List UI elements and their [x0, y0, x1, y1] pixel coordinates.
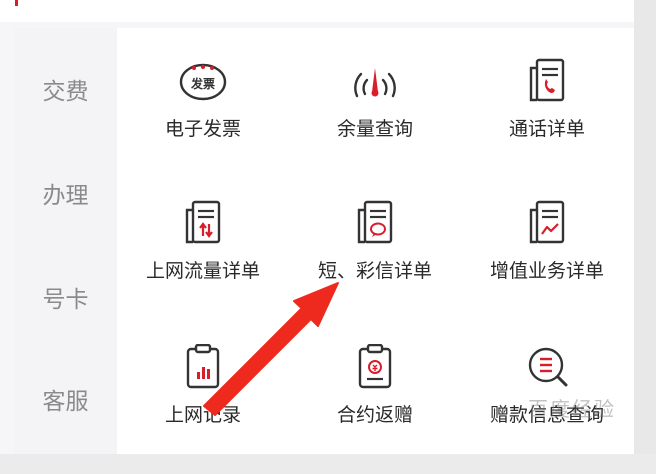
invoice-icon: 发票	[179, 63, 227, 101]
gauge-icon	[354, 68, 396, 98]
sidebar-item-number-card[interactable]: 号卡	[14, 280, 117, 314]
top-strip	[0, 0, 634, 22]
grid-item-balance-query[interactable]: 余量查询	[289, 58, 461, 188]
data-traffic-icon	[185, 200, 221, 244]
right-edge	[634, 0, 656, 454]
contract-icon	[358, 344, 392, 389]
clipboard-chart-icon	[186, 344, 220, 389]
service-grid: 发票 电子发票 余量查询 通话详单 上网流量详单 短、彩信详单 增值业务详单 上…	[117, 28, 634, 454]
sidebar-item-handle[interactable]: 办理	[14, 176, 117, 210]
grid-item-value-added-record[interactable]: 增值业务详单	[461, 200, 633, 330]
grid-item-label: 电子发票	[164, 118, 241, 140]
search-list-icon	[528, 347, 568, 387]
grid-item-label: 短、彩信详单	[317, 260, 432, 282]
call-record-icon	[529, 58, 565, 102]
grid-item-sms-mms-record[interactable]: 短、彩信详单	[289, 200, 461, 330]
top-accent-bar	[15, 0, 18, 6]
sms-record-icon	[357, 200, 393, 244]
grid-item-label: 增值业务详单	[489, 260, 604, 282]
app-frame: 交费 办理 号卡 客服 发票 电子发票 余量查询 通话详单 上网流量详单 短、彩…	[0, 0, 634, 454]
grid-item-e-invoice[interactable]: 发票 电子发票	[117, 58, 289, 188]
grid-item-label: 上网记录	[164, 404, 241, 426]
watermark: 百度经验	[528, 397, 616, 421]
grid-item-label: 合约返赠	[336, 404, 413, 426]
grid-item-label: 通话详单	[508, 118, 585, 140]
grid-item-internet-record[interactable]: 上网记录	[117, 344, 289, 474]
grid-item-label: 余量查询	[336, 118, 413, 140]
grid-item-data-traffic-record[interactable]: 上网流量详单	[117, 200, 289, 330]
sidebar: 交费 办理 号卡 客服	[14, 28, 117, 454]
invoice-icon-text: 发票	[190, 76, 215, 91]
sidebar-item-payment[interactable]: 交费	[14, 72, 117, 106]
grid-item-contract-rebate[interactable]: 合约返赠	[289, 344, 461, 474]
grid-item-call-record[interactable]: 通话详单	[461, 58, 633, 188]
grid-item-label: 上网流量详单	[145, 260, 260, 282]
sidebar-item-customer-service[interactable]: 客服	[14, 382, 117, 416]
value-added-icon	[529, 200, 565, 244]
